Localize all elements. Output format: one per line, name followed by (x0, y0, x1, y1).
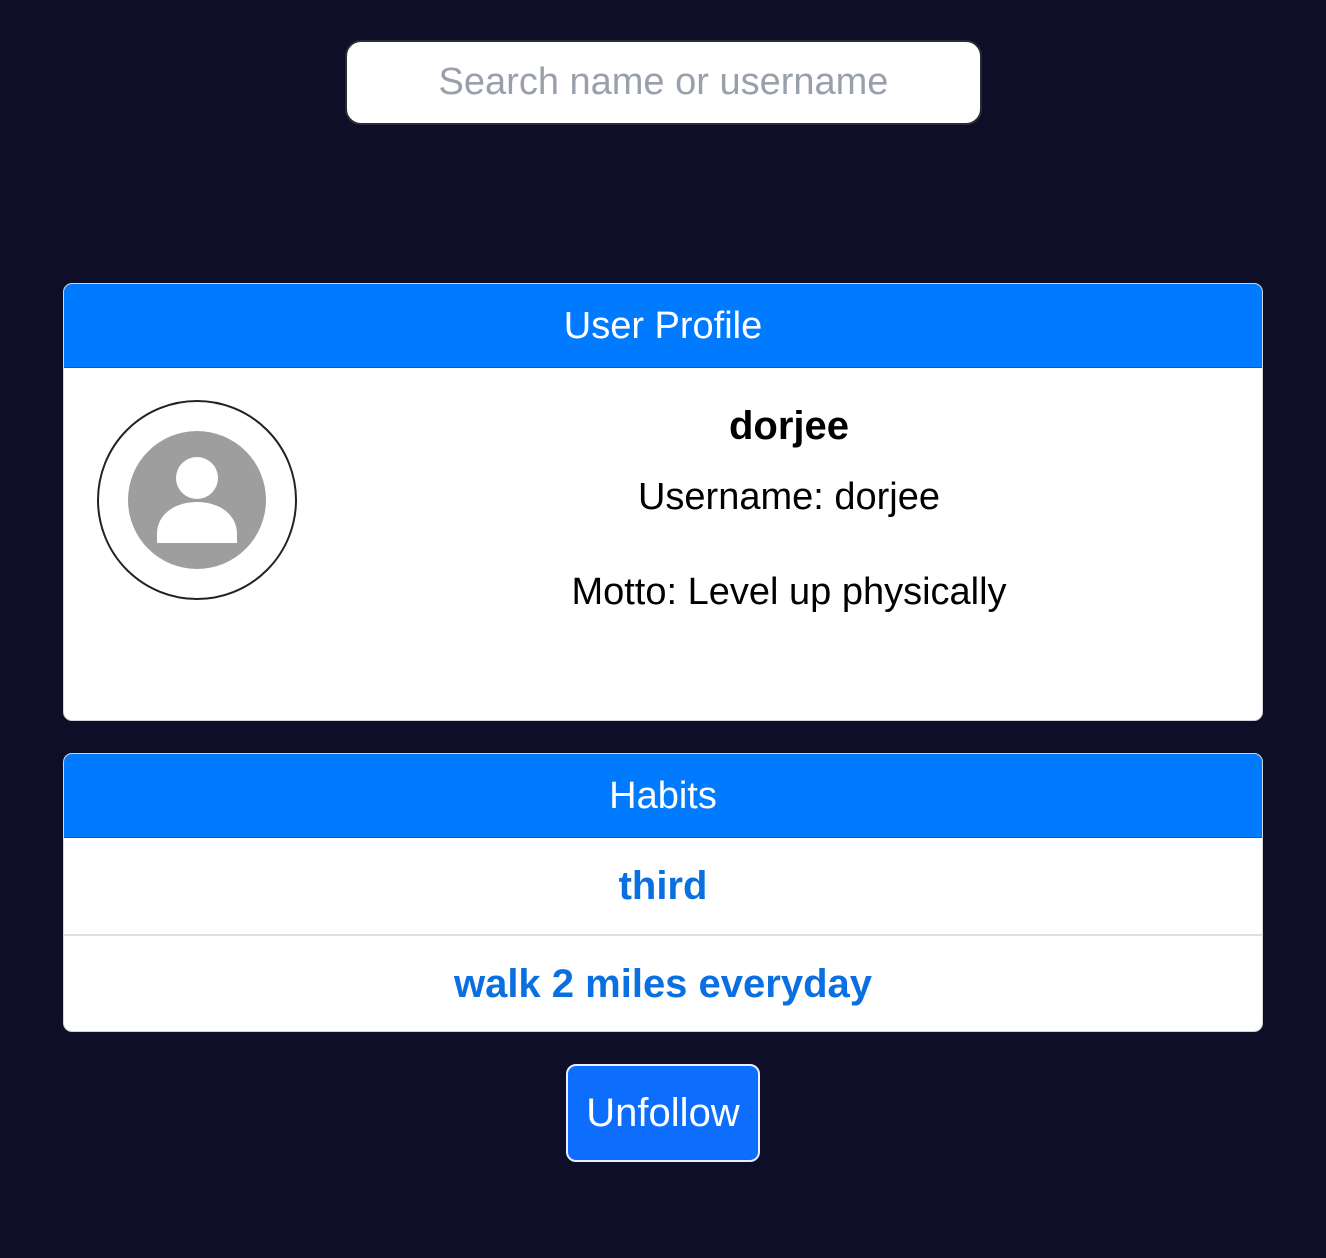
avatar (97, 400, 297, 600)
search-input[interactable] (345, 40, 982, 125)
unfollow-button[interactable]: Unfollow (566, 1064, 760, 1162)
profile-username: Username: dorjee (637, 476, 941, 518)
habits-card: Habits third walk 2 miles everyday (63, 753, 1263, 1032)
profile-display-name: dorjee (728, 404, 850, 448)
profile-motto: Motto: Level up physically (571, 571, 1007, 613)
habit-item[interactable]: walk 2 miles everyday (64, 934, 1262, 1030)
habits-list: third walk 2 miles everyday (64, 838, 1262, 1030)
user-profile-header: User Profile (64, 284, 1262, 368)
user-placeholder-icon (128, 431, 266, 569)
habit-item[interactable]: third (64, 838, 1262, 934)
user-profile-card: User Profile dorjee Username: dorjee Mot… (63, 283, 1263, 721)
habits-header: Habits (64, 754, 1262, 838)
search-bar (345, 40, 982, 125)
user-profile-body: dorjee Username: dorjee Motto: Level up … (64, 368, 1262, 720)
